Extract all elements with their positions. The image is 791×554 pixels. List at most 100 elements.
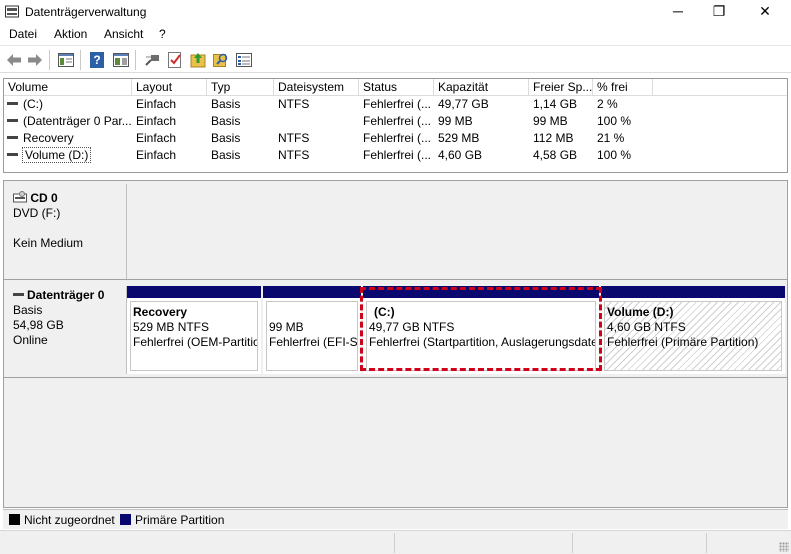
- minimize-button[interactable]: ─: [655, 0, 701, 24]
- volume-name-cell: (C:): [4, 96, 132, 113]
- volume-name-cell: Volume (D:): [4, 147, 132, 164]
- disk-0-info[interactable]: Datenträger 0 Basis 54,98 GB Online: [5, 282, 125, 378]
- volume-name: Recovery: [23, 131, 74, 145]
- check-icon[interactable]: [166, 51, 184, 69]
- table-row[interactable]: Recovery Einfach Basis NTFS Fehlerfrei (…: [4, 130, 787, 147]
- cd-0-area: [126, 184, 786, 279]
- toolbar-separator: [49, 50, 50, 70]
- toolbar: ?: [0, 45, 791, 73]
- cd-0-status: Kein Medium: [13, 236, 84, 250]
- up-arrow-icon[interactable]: [189, 51, 207, 69]
- disk-icon: [7, 136, 18, 140]
- partition-status: Fehlerfrei (Primäre Partition): [607, 335, 759, 349]
- partition-efi[interactable]: 99 MB Fehlerfrei (EFI-Systempartition): [263, 286, 361, 374]
- disk-management-app-icon: [5, 5, 19, 18]
- status-segment: [394, 533, 395, 553]
- menu-datei[interactable]: Datei: [9, 27, 37, 41]
- volume-name: Volume (D:): [21, 147, 92, 163]
- legend-swatch-unallocated: [9, 514, 20, 525]
- prozent-frei-cell: 2 %: [597, 97, 618, 111]
- disk-0-name: Datenträger 0: [27, 288, 105, 302]
- help-icon[interactable]: ?: [88, 51, 106, 69]
- list-icon[interactable]: [235, 51, 253, 69]
- dateisystem-cell: NTFS: [278, 148, 310, 162]
- disk-0-title: Datenträger 0: [13, 288, 125, 303]
- volume-name-cell: Recovery: [4, 130, 132, 147]
- partition-recovery[interactable]: Recovery 529 MB NTFS Fehlerfrei (OEM-Par…: [127, 286, 261, 374]
- disk-0-status: Online: [13, 333, 48, 347]
- partition-bar: [601, 286, 785, 298]
- layout-cell: Einfach: [136, 148, 177, 162]
- partition-d[interactable]: Volume (D:) 4,60 GB NTFS Fehlerfrei (Pri…: [601, 286, 785, 374]
- volume-list-header: Volume Layout Typ Dateisystem Status Kap…: [4, 79, 787, 96]
- column-header-dateisystem[interactable]: Dateisystem: [274, 79, 359, 96]
- table-row[interactable]: (C:) Einfach Basis NTFS Fehlerfrei (... …: [4, 96, 787, 113]
- resize-grip[interactable]: [779, 542, 789, 552]
- status-segment: [572, 533, 573, 553]
- legend: Nicht zugeordnet Primäre Partition: [3, 509, 788, 529]
- legend-label-primary: Primäre Partition: [135, 513, 225, 527]
- window-title: Datenträgerverwaltung: [25, 5, 147, 19]
- search-icon[interactable]: [212, 51, 230, 69]
- column-header-status[interactable]: Status: [359, 79, 434, 96]
- column-header-typ[interactable]: Typ: [207, 79, 274, 96]
- freier-speicher-cell: 4,58 GB: [533, 148, 578, 162]
- column-header-layout[interactable]: Layout: [132, 79, 207, 96]
- title-bar: Datenträgerverwaltung ─ ❐ ✕: [0, 0, 791, 24]
- properties-icon[interactable]: [112, 51, 130, 69]
- maximize-button[interactable]: ❐: [696, 0, 742, 24]
- disk-icon: [7, 153, 18, 157]
- back-icon[interactable]: [5, 51, 23, 69]
- table-row[interactable]: (Datenträger 0 Par... Einfach Basis Fehl…: [4, 113, 787, 130]
- row-divider: [4, 279, 787, 280]
- cd-0-info[interactable]: CD 0 DVD (F:) Kein Medium: [5, 184, 125, 280]
- partition-size: 99 MB: [269, 320, 304, 334]
- column-header-prozent-frei[interactable]: % frei: [593, 79, 653, 96]
- menu-aktion[interactable]: Aktion: [54, 27, 87, 41]
- layout-cell: Einfach: [136, 114, 177, 128]
- partition-status: Fehlerfrei (OEM-Partition): [133, 335, 258, 349]
- layout-cell: Einfach: [136, 131, 177, 145]
- freier-speicher-cell: 99 MB: [533, 114, 568, 128]
- cd-0-name: CD 0: [30, 191, 58, 205]
- typ-cell: Basis: [211, 131, 241, 145]
- partition-details: Recovery 529 MB NTFS Fehlerfrei (OEM-Par…: [130, 301, 258, 371]
- partition-size: 529 MB NTFS: [133, 320, 210, 334]
- table-row[interactable]: Volume (D:) Einfach Basis NTFS Fehlerfre…: [4, 147, 787, 164]
- svg-text:?: ?: [93, 53, 100, 67]
- partition-details: Volume (D:) 4,60 GB NTFS Fehlerfrei (Pri…: [604, 301, 782, 371]
- menu-bar: Datei Aktion Ansicht ?: [0, 25, 791, 44]
- disk-icon: [7, 119, 18, 123]
- disk-icon: [13, 292, 24, 296]
- menu-help[interactable]: ?: [159, 27, 166, 41]
- column-header-volume[interactable]: Volume: [4, 79, 132, 96]
- forward-icon[interactable]: [26, 51, 44, 69]
- cd-drive-icon: [13, 191, 27, 203]
- status-cell: Fehlerfrei (...: [363, 114, 432, 128]
- typ-cell: Basis: [211, 97, 241, 111]
- dateisystem-cell: NTFS: [278, 97, 310, 111]
- kapazitaet-cell: 49,77 GB: [438, 97, 489, 111]
- status-cell: Fehlerfrei (...: [363, 131, 432, 145]
- partition-details: 99 MB Fehlerfrei (EFI-Systempartition): [266, 301, 358, 371]
- disk-0-type: Basis: [13, 303, 43, 317]
- kapazitaet-cell: 529 MB: [438, 131, 480, 145]
- toolbar-separator: [135, 50, 136, 70]
- legend-label-unallocated: Nicht zugeordnet: [24, 513, 115, 527]
- column-header-freier-speicher[interactable]: Freier Sp...: [529, 79, 593, 96]
- freier-speicher-cell: 112 MB: [533, 131, 574, 145]
- volume-name: (C:): [23, 97, 43, 111]
- close-button[interactable]: ✕: [742, 0, 788, 24]
- cd-0-type: DVD (F:): [13, 206, 61, 220]
- prozent-frei-cell: 100 %: [597, 148, 632, 162]
- partition-size: 4,60 GB NTFS: [607, 320, 686, 334]
- menu-ansicht[interactable]: Ansicht: [104, 27, 143, 41]
- connect-icon[interactable]: [143, 51, 161, 69]
- toolbar-separator: [80, 50, 81, 70]
- console-tree-icon[interactable]: [57, 51, 75, 69]
- column-header-kapazitaet[interactable]: Kapazität: [434, 79, 529, 96]
- typ-cell: Basis: [211, 114, 241, 128]
- status-segment: [706, 533, 707, 553]
- status-cell: Fehlerfrei (...: [363, 148, 432, 162]
- volume-name-cell: (Datenträger 0 Par...: [4, 113, 132, 130]
